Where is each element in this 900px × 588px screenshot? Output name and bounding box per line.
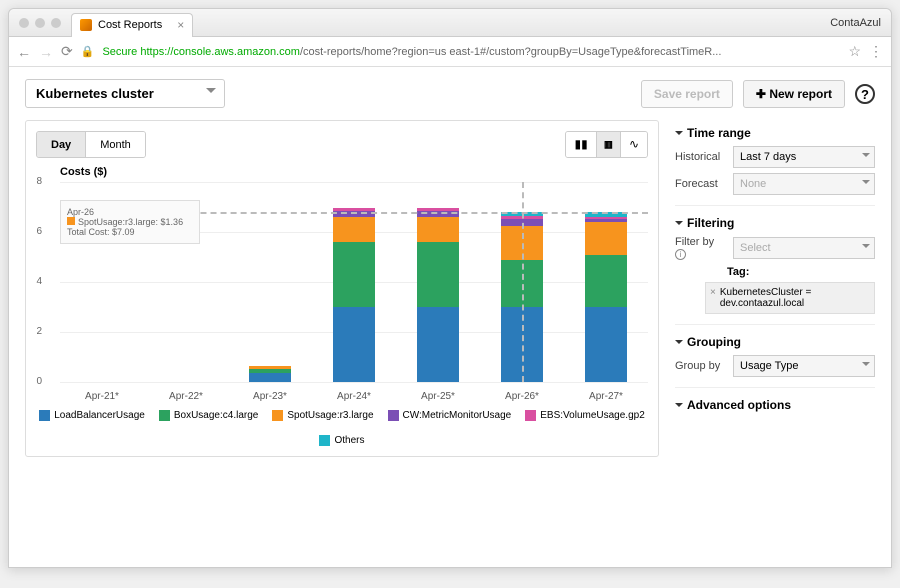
chart-panel: Day Month ▮▮ ▥ ∿ Costs ($) Apr-26 SpotUs… bbox=[25, 120, 659, 457]
granularity-segment: Day Month bbox=[36, 131, 146, 158]
legend-item[interactable]: EBS:VolumeUsage.gp2 bbox=[525, 410, 645, 421]
window-titlebar: Cost Reports × ContaAzul bbox=[9, 9, 891, 37]
back-icon[interactable]: ← bbox=[17, 44, 31, 60]
table-row[interactable] bbox=[249, 366, 291, 382]
chart-tooltip: Apr-26 SpotUsage:r3.large: $1.36 Total C… bbox=[60, 200, 200, 244]
tab-month[interactable]: Month bbox=[86, 132, 145, 157]
chevron-down-icon bbox=[862, 362, 870, 370]
aws-favicon-icon bbox=[80, 19, 92, 31]
remove-tag-icon[interactable]: × bbox=[710, 287, 716, 309]
plus-icon: ✚ bbox=[756, 87, 769, 101]
legend-item[interactable]: Others bbox=[319, 435, 364, 446]
lock-icon: 🔒 bbox=[81, 45, 95, 58]
legend-item[interactable]: LoadBalancerUsage bbox=[39, 410, 145, 421]
time-range-header[interactable]: Time range bbox=[675, 126, 875, 140]
x-tick: Apr-21* bbox=[85, 391, 119, 402]
tab-title: Cost Reports bbox=[98, 19, 162, 31]
menu-icon[interactable]: ⋮ bbox=[869, 43, 883, 60]
group-by-select[interactable]: Usage Type bbox=[733, 355, 875, 377]
save-report-button[interactable]: Save report bbox=[641, 80, 733, 108]
x-tick: Apr-27* bbox=[589, 391, 623, 402]
x-tick: Apr-24* bbox=[337, 391, 371, 402]
report-name-label: Kubernetes cluster bbox=[36, 86, 154, 101]
forecast-label: Forecast bbox=[675, 178, 727, 190]
group-by-label: Group by bbox=[675, 360, 727, 372]
chevron-down-icon bbox=[862, 180, 870, 188]
historical-label: Historical bbox=[675, 151, 727, 163]
legend-item[interactable]: CW:MetricMonitorUsage bbox=[388, 410, 512, 421]
filter-by-label: Filter by i bbox=[675, 236, 727, 260]
traffic-close-icon[interactable] bbox=[19, 18, 29, 28]
tag-value: KubernetesCluster = dev.contaazul.local bbox=[720, 287, 870, 309]
settings-sidebar: Time range Historical Last 7 days Foreca… bbox=[675, 120, 875, 457]
advanced-header[interactable]: Advanced options bbox=[675, 398, 875, 412]
chevron-down-icon bbox=[862, 244, 870, 252]
help-icon[interactable]: ? bbox=[855, 84, 875, 104]
report-name-dropdown[interactable]: Kubernetes cluster bbox=[25, 79, 225, 108]
historical-select[interactable]: Last 7 days bbox=[733, 146, 875, 168]
reload-icon[interactable]: ⟳ bbox=[61, 43, 73, 60]
new-report-button[interactable]: ✚ New report bbox=[743, 80, 845, 108]
line-chart-icon[interactable]: ∿ bbox=[621, 132, 647, 157]
chart-legend: LoadBalancerUsage BoxUsage:c4.large SpotUs… bbox=[36, 410, 648, 446]
table-row[interactable] bbox=[333, 208, 375, 382]
tag-heading: Tag: bbox=[727, 266, 875, 278]
grouping-header[interactable]: Grouping bbox=[675, 335, 875, 349]
close-tab-icon[interactable]: × bbox=[177, 18, 184, 32]
forecast-select[interactable]: None bbox=[733, 173, 875, 195]
x-tick: Apr-22* bbox=[169, 391, 203, 402]
legend-item[interactable]: BoxUsage:c4.large bbox=[159, 410, 259, 421]
browser-tab[interactable]: Cost Reports × bbox=[71, 13, 193, 37]
cost-chart: Apr-26 SpotUsage:r3.large: $1.36 Total C… bbox=[60, 182, 648, 402]
filtering-header[interactable]: Filtering bbox=[675, 216, 875, 230]
traffic-min-icon[interactable] bbox=[35, 18, 45, 28]
chevron-down-icon bbox=[862, 153, 870, 161]
url-field[interactable]: Secure https://console.aws.amazon.com/co… bbox=[102, 46, 840, 58]
filter-select[interactable]: Select bbox=[733, 237, 875, 259]
stacked-bar-icon[interactable]: ▥ bbox=[597, 132, 621, 157]
x-tick: Apr-25* bbox=[421, 391, 455, 402]
info-icon: i bbox=[675, 249, 686, 260]
forward-icon[interactable]: → bbox=[39, 44, 53, 60]
table-row[interactable] bbox=[585, 212, 627, 382]
bar-chart-icon[interactable]: ▮▮ bbox=[566, 132, 596, 157]
x-tick: Apr-26* bbox=[505, 391, 539, 402]
x-tick: Apr-23* bbox=[253, 391, 287, 402]
address-bar: ← → ⟳ 🔒 Secure https://console.aws.amazo… bbox=[9, 37, 891, 67]
star-icon[interactable]: ☆ bbox=[848, 43, 861, 60]
chart-type-segment: ▮▮ ▥ ∿ bbox=[565, 131, 648, 158]
tab-day[interactable]: Day bbox=[37, 132, 86, 157]
filter-tag: × KubernetesCluster = dev.contaazul.loca… bbox=[705, 282, 875, 314]
legend-item[interactable]: SpotUsage:r3.large bbox=[272, 410, 373, 421]
chevron-down-icon bbox=[206, 88, 216, 98]
browser-profile[interactable]: ContaAzul bbox=[830, 17, 881, 29]
chart-title: Costs ($) bbox=[36, 166, 648, 178]
traffic-max-icon[interactable] bbox=[51, 18, 61, 28]
table-row[interactable] bbox=[417, 208, 459, 382]
